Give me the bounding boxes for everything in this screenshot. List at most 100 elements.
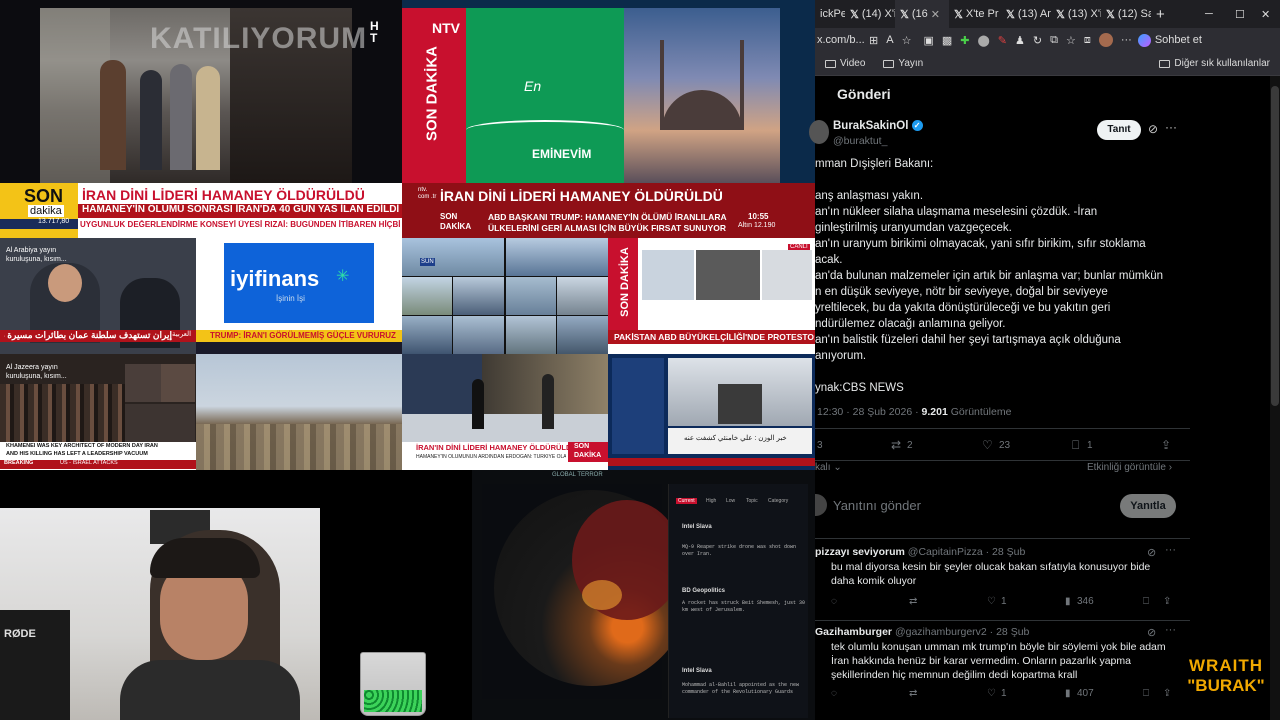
dashboard-tab[interactable]: Topic (746, 498, 758, 504)
favorite-star-icon[interactable]: ☆ (902, 34, 912, 47)
copilot-icon[interactable] (1137, 33, 1151, 47)
extension-icon[interactable]: ♟ (1015, 34, 1025, 47)
dashboard-tab[interactable]: Current (676, 498, 697, 504)
bookmark-icon[interactable]: ⎕ (1143, 688, 1149, 699)
split-screen-icon[interactable]: ⧉ (1050, 34, 1058, 47)
extension-icon[interactable]: ⬤ (977, 34, 989, 47)
refresh-icon[interactable]: ↻ (1033, 34, 1042, 47)
translate-icon[interactable]: A (886, 34, 893, 46)
favorites-icon[interactable]: ☆ (1066, 34, 1076, 47)
browser-tab[interactable]: 𝕏 X'te Pr (949, 0, 1001, 28)
feed-post[interactable]: Intel Slava MQ-9 Reaper strike drone was… (682, 524, 806, 558)
avatar[interactable] (809, 120, 829, 144)
reply-date[interactable]: 28 Şub (992, 546, 1025, 558)
chat-button[interactable]: Sohbet et (1155, 34, 1202, 46)
grok-icon[interactable]: ⊘ (1147, 546, 1156, 559)
browser-tab[interactable]: 𝕏 (13) X'i (1051, 0, 1101, 28)
reply-count[interactable]: 3 (817, 440, 823, 451)
tab-close-icon[interactable]: ✕ (931, 8, 940, 21)
reply-icon[interactable]: ◌ (831, 596, 837, 607)
reply-author-handle[interactable]: @gazihamburgerv2 (895, 626, 987, 638)
reply-actions: ◌ ⇄ ♡ 1 ▮ 407 ⎕ ⇪ (831, 688, 1176, 702)
repost-icon[interactable]: ⇄ (909, 596, 917, 607)
close-window-button[interactable]: ✕ (1256, 0, 1280, 28)
repost-icon[interactable]: ⇄ (891, 438, 901, 452)
reply-item[interactable]: Gazihamburger @gazihamburgerv2 · 28 Şub … (815, 624, 1190, 720)
collections-icon[interactable]: ⧈ (1084, 34, 1091, 47)
repost-icon[interactable]: ⇄ (909, 688, 917, 699)
browser-tab[interactable]: 𝕏 (12) Sa (1101, 0, 1151, 28)
headline-strip-left: SON dakika İRAN DİNİ LİDERİ HAMANEY ÖLDÜ… (0, 183, 402, 238)
author-handle[interactable]: @buraktut_ (833, 135, 887, 147)
reply-author-handle[interactable]: @CapitainPizza (908, 546, 983, 558)
other-bookmarks[interactable]: Diğer sık kullanılanlar (1159, 58, 1270, 69)
dashboard-tab[interactable]: Category (768, 498, 788, 504)
dashboard-tab[interactable]: High (706, 498, 716, 504)
scrollbar[interactable] (1270, 76, 1280, 720)
extension-icon[interactable]: ▣ (923, 34, 933, 47)
reply-icon[interactable]: ◌ (831, 688, 837, 699)
share-icon[interactable]: ⇪ (1161, 438, 1171, 452)
like-count[interactable]: 1 (1001, 596, 1007, 607)
views-icon[interactable]: ▮ (1065, 688, 1071, 699)
views-count[interactable]: 407 (1077, 688, 1094, 699)
like-count[interactable]: 23 (999, 440, 1010, 451)
ticker-line-1: ABD BAŞKANI TRUMP: HAMANEY'İN ÖLÜMÜ İRAN… (488, 212, 727, 222)
more-options-icon[interactable]: ··· (1165, 624, 1176, 636)
like-count[interactable]: 1 (1001, 688, 1007, 699)
extension-icon[interactable]: ▩ (942, 34, 952, 47)
divider (815, 460, 1190, 461)
grok-icon[interactable]: ⊘ (1148, 122, 1158, 136)
extension-icon[interactable]: ✚ (960, 34, 969, 47)
tweet-timestamp[interactable]: 12:30 · 28 Şub 2026 (817, 406, 912, 418)
tab-label: ickPe (820, 8, 845, 20)
maximize-button[interactable]: ☐ (1230, 0, 1256, 28)
like-icon[interactable]: ♡ (987, 596, 996, 607)
like-icon[interactable]: ♡ (987, 688, 996, 699)
more-options-icon[interactable]: ··· (1165, 544, 1176, 556)
tweet-line: yreltilecek, bu da yakıta dönüştürüleceğ… (815, 302, 1111, 314)
follow-button[interactable]: Tanıt (1097, 120, 1141, 140)
view-engagement[interactable]: Etkinliği görüntüle › (1087, 462, 1172, 473)
more-menu-icon[interactable]: ··· (1121, 34, 1132, 46)
reply-author-name[interactable]: Gazihamburger (815, 626, 892, 638)
bookmark-folder[interactable]: Yayın (883, 58, 923, 69)
scrollbar-thumb[interactable] (1271, 86, 1279, 406)
views-icon[interactable]: ▮ (1065, 596, 1071, 607)
browser-tab[interactable]: ickPe (815, 0, 845, 28)
dashboard-tab[interactable]: Low (726, 498, 735, 504)
webcam-feed: RØDE (0, 470, 472, 720)
reply-sort[interactable]: kalı ⌄ (815, 462, 842, 473)
profile-avatar[interactable] (1098, 33, 1113, 47)
extension-icon[interactable]: ✎ (998, 34, 1007, 47)
streamer-watermark: WRAITH "BURAK" (1180, 656, 1272, 716)
share-icon[interactable]: ⇪ (1163, 596, 1171, 607)
reader-icon[interactable]: ⊞ (869, 34, 878, 47)
browser-tab[interactable]: 𝕏 (14) X'i (845, 0, 895, 28)
more-options-icon[interactable]: ··· (1165, 120, 1177, 134)
reply-date[interactable]: 28 Şub (996, 626, 1029, 638)
bookmark-icon[interactable]: ⎕ (1072, 438, 1079, 453)
reply-input[interactable]: Yanıtını gönder (833, 498, 921, 513)
feed-post[interactable]: BD Geopolitics A rocket has struck Beit … (682, 588, 806, 614)
bookmark-count[interactable]: 1 (1087, 440, 1093, 451)
reply-button[interactable]: Yanıtla (1120, 494, 1176, 518)
bookmark-icon[interactable]: ⎕ (1143, 596, 1149, 607)
url-field[interactable]: x.com/b... (817, 34, 865, 46)
x-logo-icon: 𝕏 (1006, 8, 1015, 21)
views-count[interactable]: 346 (1077, 596, 1094, 607)
browser-tab-active[interactable]: 𝕏 (16 ✕ (895, 0, 949, 28)
reply-item[interactable]: pizzayı seviyorum @CapitainPizza · 28 Şu… (815, 544, 1190, 618)
repost-count[interactable]: 2 (907, 440, 913, 451)
tab-label: (14) X'i (861, 8, 895, 20)
share-icon[interactable]: ⇪ (1163, 688, 1171, 699)
like-icon[interactable]: ♡ (982, 438, 993, 452)
author-name[interactable]: BurakSakinOl ✓ (833, 120, 923, 132)
browser-tab[interactable]: 𝕏 (13) An (1001, 0, 1051, 28)
minimize-button[interactable]: ─ (1200, 0, 1230, 28)
reply-author-name[interactable]: pizzayı seviyorum (815, 546, 905, 558)
bookmark-folder[interactable]: Video (825, 58, 865, 69)
feed-post[interactable]: Intel Slava Mohammad al-Bahlil appointed… (682, 668, 806, 696)
grok-icon[interactable]: ⊘ (1147, 626, 1156, 639)
new-tab-button[interactable]: + (1151, 0, 1175, 28)
